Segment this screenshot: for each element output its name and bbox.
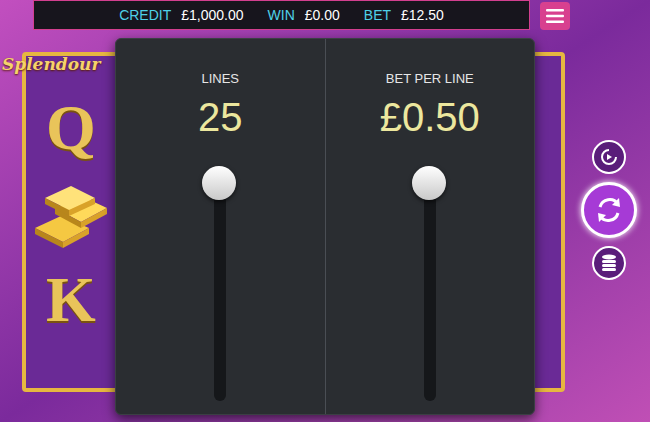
setting-label: BET PER LINE (386, 69, 474, 89)
coins-icon (601, 254, 617, 272)
game-screen: CREDIT£1,000.00WIN£0.00BET£12.50QKSplend… (0, 0, 650, 422)
status-bar: CREDIT £1,000.00 WIN £0.00 BET £12.50 (33, 0, 530, 30)
menu-icon (546, 9, 564, 23)
win-label: WIN (268, 5, 295, 26)
spin-icon (594, 195, 624, 225)
credit-label: CREDIT (119, 5, 171, 26)
setting-label: LINES (201, 69, 239, 89)
slider[interactable] (202, 166, 238, 401)
bet-label: BET (364, 5, 391, 26)
reel-symbol: K (46, 268, 96, 332)
reel-symbol: Q (46, 96, 96, 160)
menu-button[interactable] (540, 2, 570, 30)
setting-value: 25 (198, 93, 243, 141)
slider-track (424, 166, 436, 401)
bet-settings-panel: LINES 25 BET PER LINE £0.50 (115, 38, 535, 415)
slider-track (214, 166, 226, 401)
slider[interactable] (412, 166, 448, 401)
bet-value: £12.50 (401, 5, 444, 26)
autoplay-icon (600, 148, 618, 166)
setting-column: BET PER LINE £0.50 (325, 39, 535, 414)
win-value: £0.00 (305, 5, 340, 26)
slider-thumb[interactable] (412, 166, 446, 200)
reel-symbol (31, 178, 111, 250)
control-column (581, 140, 637, 280)
setting-value: £0.50 (380, 93, 480, 141)
bet-settings-button[interactable] (592, 246, 626, 280)
reel-column: QK (26, 56, 116, 332)
top-row: CREDIT £1,000.00 WIN £0.00 BET £12.50 (0, 0, 650, 30)
gold-bars-icon (31, 178, 111, 250)
slider-thumb[interactable] (202, 166, 236, 200)
setting-column: LINES 25 (116, 39, 325, 414)
logo: Splendour (2, 52, 100, 78)
spin-button[interactable] (581, 182, 637, 238)
autoplay-button[interactable] (592, 140, 626, 174)
credit-value: £1,000.00 (181, 5, 243, 26)
